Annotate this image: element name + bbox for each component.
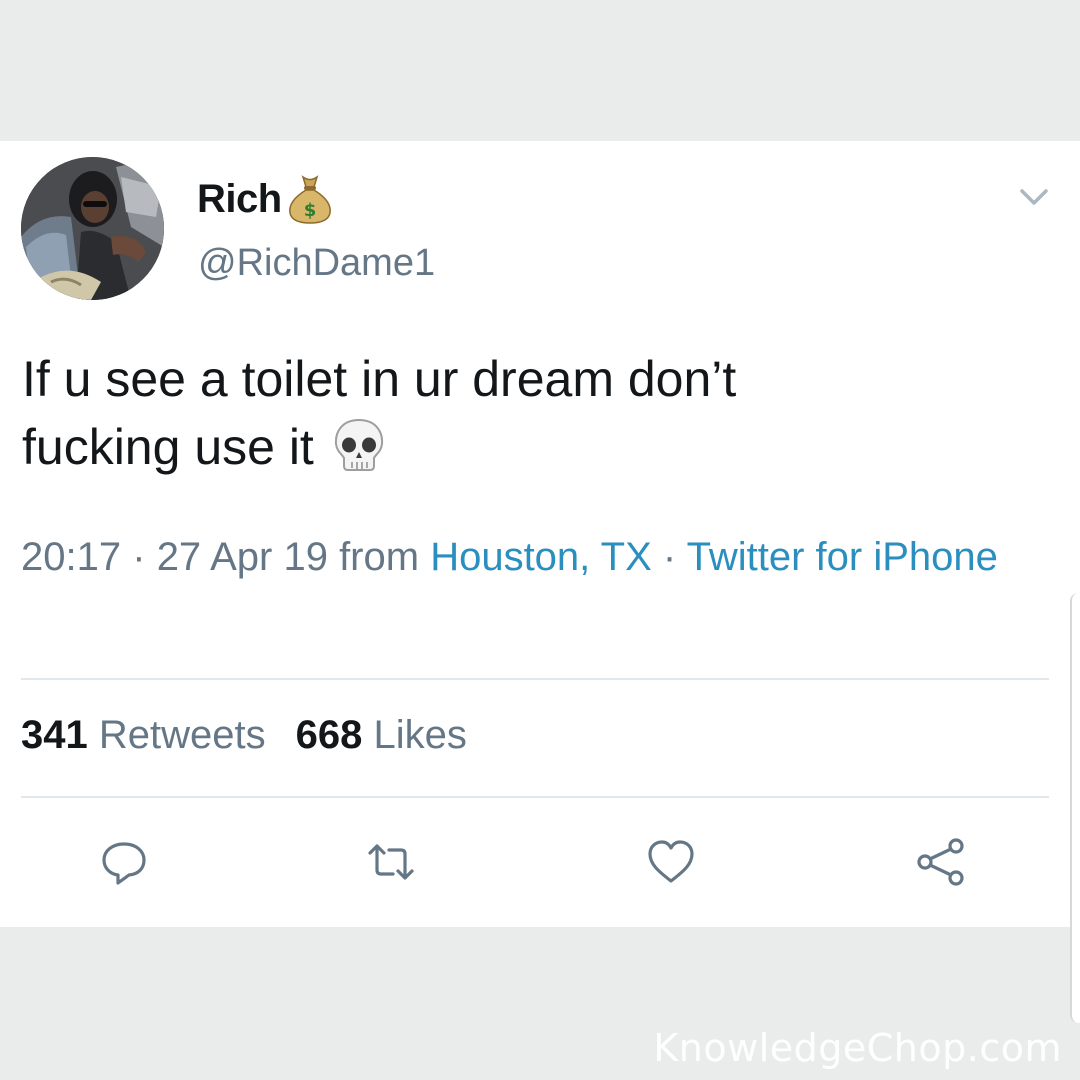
likes-stat[interactable]: 668 Likes — [296, 713, 467, 757]
watermark: KnowledgeChop.com — [653, 1026, 1062, 1070]
location-link[interactable]: Houston, TX — [430, 535, 652, 579]
from-label: from — [339, 535, 420, 579]
author-name[interactable]: Rich — [197, 177, 282, 222]
retweets-count: 341 — [21, 713, 88, 757]
heart-icon[interactable] — [646, 837, 696, 887]
tweet-date[interactable]: 27 Apr 19 — [157, 535, 328, 579]
card-edge — [1070, 593, 1080, 1023]
svg-text:$: $ — [303, 200, 316, 221]
divider — [21, 796, 1049, 798]
avatar[interactable] — [21, 157, 164, 300]
tweet-time[interactable]: 20:17 — [21, 535, 121, 579]
author-handle[interactable]: @RichDame1 — [198, 242, 435, 285]
source-link[interactable]: Twitter for iPhone — [687, 535, 998, 579]
tweet-text: If u see a toilet in ur dream don’t fuck… — [22, 345, 1032, 481]
retweets-stat[interactable]: 341 Retweets — [21, 713, 266, 757]
author-row: Rich $ — [197, 173, 334, 225]
skull-icon — [334, 418, 383, 471]
chevron-down-icon[interactable] — [1016, 185, 1052, 209]
tweet-card: Rich $ @RichDame1 If u see a toilet in u… — [0, 141, 1080, 1023]
meta-separator: · — [132, 535, 146, 579]
retweets-label: Retweets — [98, 713, 266, 757]
reply-icon[interactable] — [99, 837, 149, 887]
likes-count: 668 — [295, 713, 363, 757]
retweet-icon[interactable] — [366, 837, 416, 887]
share-icon[interactable] — [915, 837, 965, 887]
tweet-text-line-part: fucking use it — [22, 419, 314, 475]
tweet-text-line: fucking use it — [22, 413, 1032, 481]
money-bag-icon: $ — [288, 175, 331, 224]
tweet-text-line: If u see a toilet in ur dream don’t — [22, 351, 737, 407]
likes-label: Likes — [373, 713, 467, 757]
engagement-stats: 341 Retweets 668 Likes — [21, 713, 467, 758]
tweet-meta: 20:17 · 27 Apr 19 from Houston, TX · Twi… — [21, 527, 1041, 587]
meta-separator: · — [662, 535, 677, 579]
divider — [21, 678, 1049, 680]
